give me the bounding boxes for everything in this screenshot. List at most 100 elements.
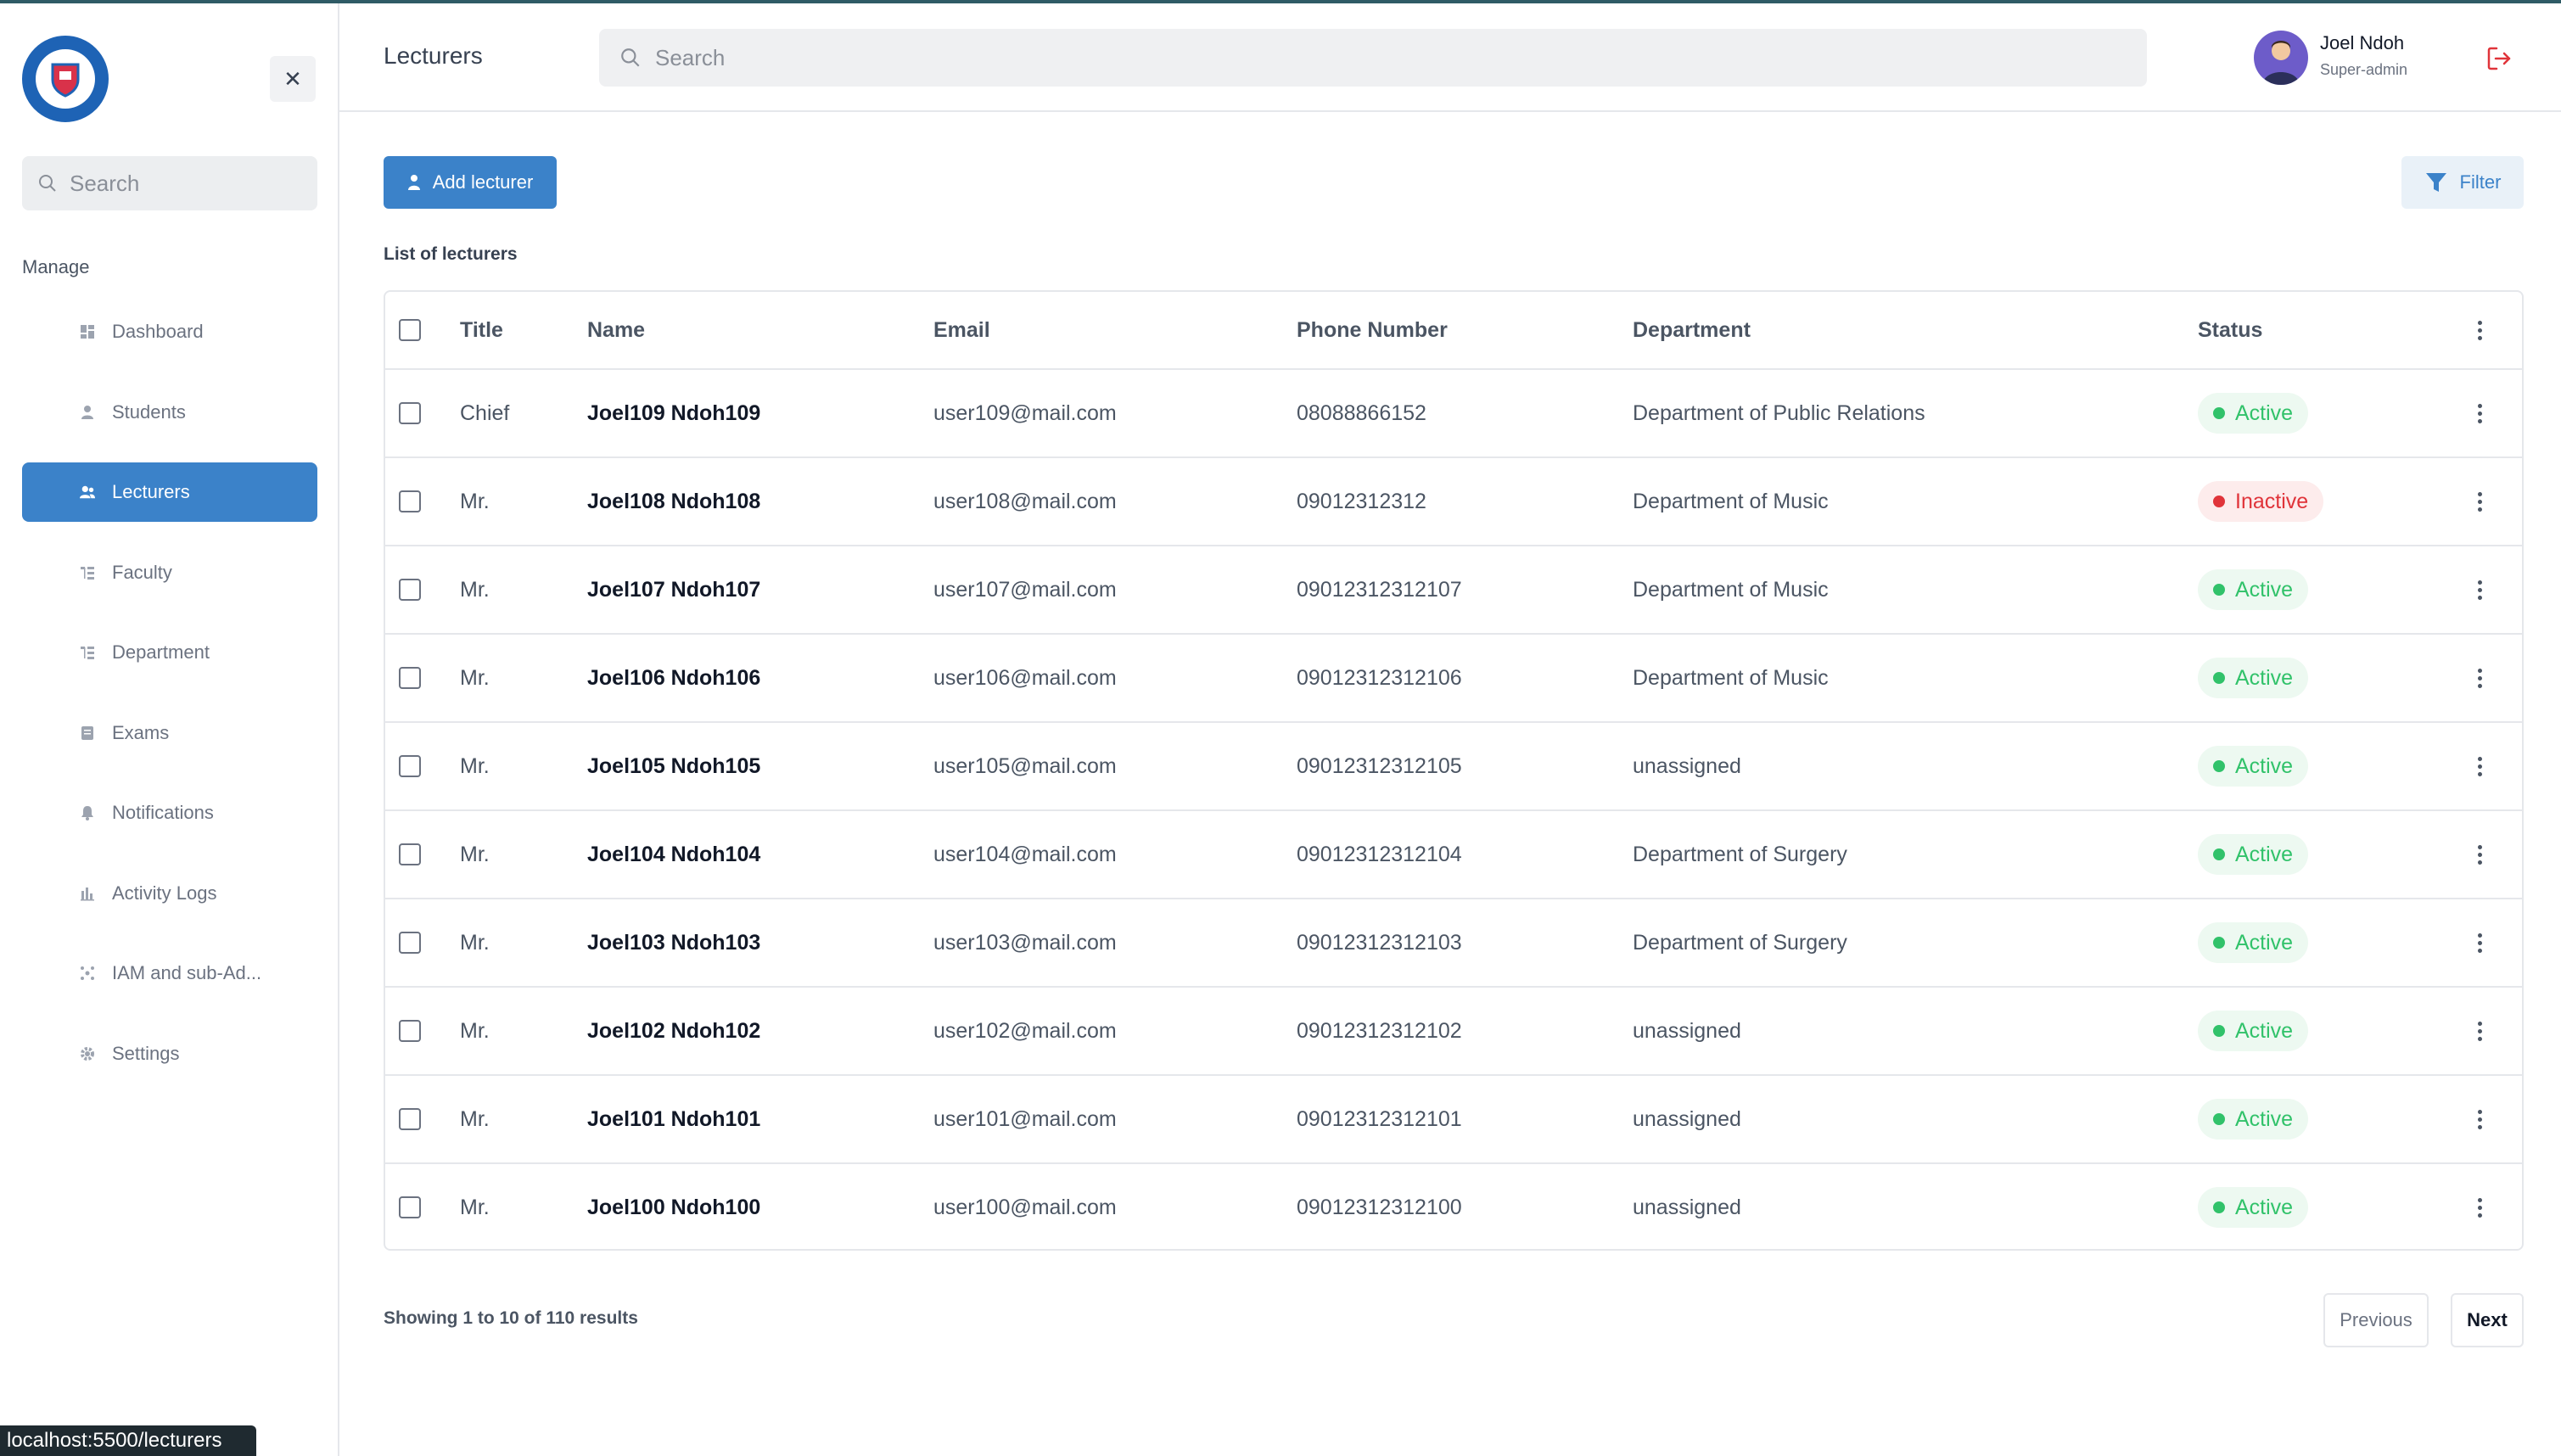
cell-phone: 09012312312105 xyxy=(1297,753,1462,778)
table-row[interactable]: Mr. Joel102 Ndoh102 user102@mail.com 090… xyxy=(385,988,2522,1076)
row-select-cell xyxy=(399,723,421,809)
row-more-button[interactable] xyxy=(2478,988,2482,1074)
status-dot-icon xyxy=(2213,672,2225,684)
status-badge: Active xyxy=(2198,1099,2309,1140)
row-more-button[interactable] xyxy=(2478,811,2482,898)
row-checkbox[interactable] xyxy=(399,579,421,601)
previous-button[interactable]: Previous xyxy=(2323,1293,2429,1347)
header-more-button[interactable] xyxy=(2478,292,2482,368)
sidebar-item-label: Students xyxy=(112,400,186,423)
table-row[interactable]: Mr. Joel105 Ndoh105 user105@mail.com 090… xyxy=(385,723,2522,811)
row-checkbox[interactable] xyxy=(399,843,421,865)
row-more-button[interactable] xyxy=(2478,1164,2482,1249)
status-text: Active xyxy=(2235,1106,2294,1131)
cell-department: unassigned xyxy=(1633,1018,1741,1043)
row-checkbox[interactable] xyxy=(399,932,421,954)
status-dot-icon xyxy=(2213,407,2225,419)
sidebar-item-department[interactable]: Department xyxy=(22,623,317,682)
table-row[interactable]: Mr. Joel103 Ndoh103 user103@mail.com 090… xyxy=(385,899,2522,988)
status-dot-icon xyxy=(2213,1201,2225,1213)
sidebar-item-label: Notifications xyxy=(112,802,214,823)
row-select-cell xyxy=(399,546,421,633)
avatar[interactable] xyxy=(2254,31,2308,85)
column-header-title[interactable]: Title xyxy=(460,292,503,368)
row-more-button[interactable] xyxy=(2478,370,2482,456)
row-select-cell xyxy=(399,988,421,1074)
column-header-name[interactable]: Name xyxy=(587,292,645,368)
table-row[interactable]: Mr. Joel101 Ndoh101 user101@mail.com 090… xyxy=(385,1076,2522,1164)
next-button[interactable]: Next xyxy=(2451,1293,2524,1347)
cell-status: Active xyxy=(2198,899,2309,986)
cell-department: unassigned xyxy=(1633,753,1741,778)
table-row[interactable]: Mr. Joel100 Ndoh100 user100@mail.com 090… xyxy=(385,1164,2522,1249)
sidebar-item-dashboard[interactable]: Dashboard xyxy=(22,302,317,361)
user-role: Super-admin xyxy=(2320,61,2408,78)
cell-name: Joel109 Ndoh109 xyxy=(587,400,761,425)
table-row[interactable]: Mr. Joel108 Ndoh108 user108@mail.com 090… xyxy=(385,458,2522,546)
column-header-department[interactable]: Department xyxy=(1633,292,1751,368)
sidebar-item-activity-logs[interactable]: Activity Logs xyxy=(22,864,317,923)
column-header-email[interactable]: Email xyxy=(933,292,990,368)
cell-title: Chief xyxy=(460,400,510,425)
sidebar-item-faculty[interactable]: Faculty xyxy=(22,543,317,602)
sidebar-search-input[interactable]: Search xyxy=(22,156,317,210)
sidebar-item-notifications[interactable]: Notifications xyxy=(22,783,317,843)
row-checkbox[interactable] xyxy=(399,1108,421,1130)
status-badge: Active xyxy=(2198,393,2309,434)
row-checkbox[interactable] xyxy=(399,402,421,424)
filter-icon xyxy=(2425,173,2446,192)
row-checkbox[interactable] xyxy=(399,755,421,777)
sidebar-item-exams[interactable]: Exams xyxy=(22,703,317,763)
crest-icon xyxy=(36,49,95,109)
user-icon xyxy=(80,405,95,420)
cell-name: Joel100 Ndoh100 xyxy=(587,1195,761,1219)
status-badge: Active xyxy=(2198,1011,2309,1051)
cell-department: Department of Music xyxy=(1633,489,1829,513)
row-checkbox[interactable] xyxy=(399,1196,421,1218)
search-input[interactable]: Search xyxy=(599,29,2147,87)
status-text: Active xyxy=(2235,753,2294,778)
university-logo[interactable] xyxy=(22,36,109,122)
cell-email: user100@mail.com xyxy=(933,1195,1117,1219)
cell-email: user107@mail.com xyxy=(933,577,1117,602)
row-checkbox[interactable] xyxy=(399,490,421,512)
row-more-button[interactable] xyxy=(2478,546,2482,633)
column-header-phone[interactable]: Phone Number xyxy=(1297,292,1448,368)
logout-button[interactable] xyxy=(2485,44,2513,73)
lecturers-table: Title Name Email Phone Number Department… xyxy=(384,290,2524,1251)
row-more-button[interactable] xyxy=(2478,723,2482,809)
cell-phone: 09012312312102 xyxy=(1297,1018,1462,1043)
row-checkbox[interactable] xyxy=(399,1020,421,1042)
cell-status: Inactive xyxy=(2198,458,2324,545)
select-all-checkbox[interactable] xyxy=(399,319,421,341)
gear-icon xyxy=(80,1046,95,1061)
status-badge: Active xyxy=(2198,746,2309,787)
close-sidebar-button[interactable]: ✕ xyxy=(270,56,316,102)
sidebar-item-iam[interactable]: IAM and sub-Ad... xyxy=(22,944,317,1003)
row-more-button[interactable] xyxy=(2478,635,2482,721)
table-row[interactable]: Chief Joel109 Ndoh109 user109@mail.com 0… xyxy=(385,370,2522,458)
add-lecturer-label: Add lecturer xyxy=(432,171,534,193)
cell-status: Active xyxy=(2198,988,2309,1074)
sidebar-item-lecturers[interactable]: Lecturers xyxy=(22,462,317,522)
sidebar-item-label: Settings xyxy=(112,1042,180,1064)
add-lecturer-button[interactable]: Add lecturer xyxy=(384,156,557,209)
table-row[interactable]: Mr. Joel104 Ndoh104 user104@mail.com 090… xyxy=(385,811,2522,899)
table-row[interactable]: Mr. Joel106 Ndoh106 user106@mail.com 090… xyxy=(385,635,2522,723)
table-row[interactable]: Mr. Joel107 Ndoh107 user107@mail.com 090… xyxy=(385,546,2522,635)
bell-icon xyxy=(80,805,95,820)
cell-name: Joel102 Ndoh102 xyxy=(587,1018,761,1043)
row-more-button[interactable] xyxy=(2478,1076,2482,1162)
sidebar-item-settings[interactable]: Settings xyxy=(22,1024,317,1084)
network-icon xyxy=(80,966,95,981)
row-more-button[interactable] xyxy=(2478,899,2482,986)
filter-button[interactable]: Filter xyxy=(2401,156,2524,209)
row-more-button[interactable] xyxy=(2478,458,2482,545)
tree-icon xyxy=(80,565,95,580)
sidebar-item-label: Faculty xyxy=(112,561,172,583)
sidebar-item-students[interactable]: Students xyxy=(22,383,317,442)
row-checkbox[interactable] xyxy=(399,667,421,689)
row-select-cell xyxy=(399,899,421,986)
column-header-status[interactable]: Status xyxy=(2198,292,2262,368)
status-dot-icon xyxy=(2213,584,2225,596)
